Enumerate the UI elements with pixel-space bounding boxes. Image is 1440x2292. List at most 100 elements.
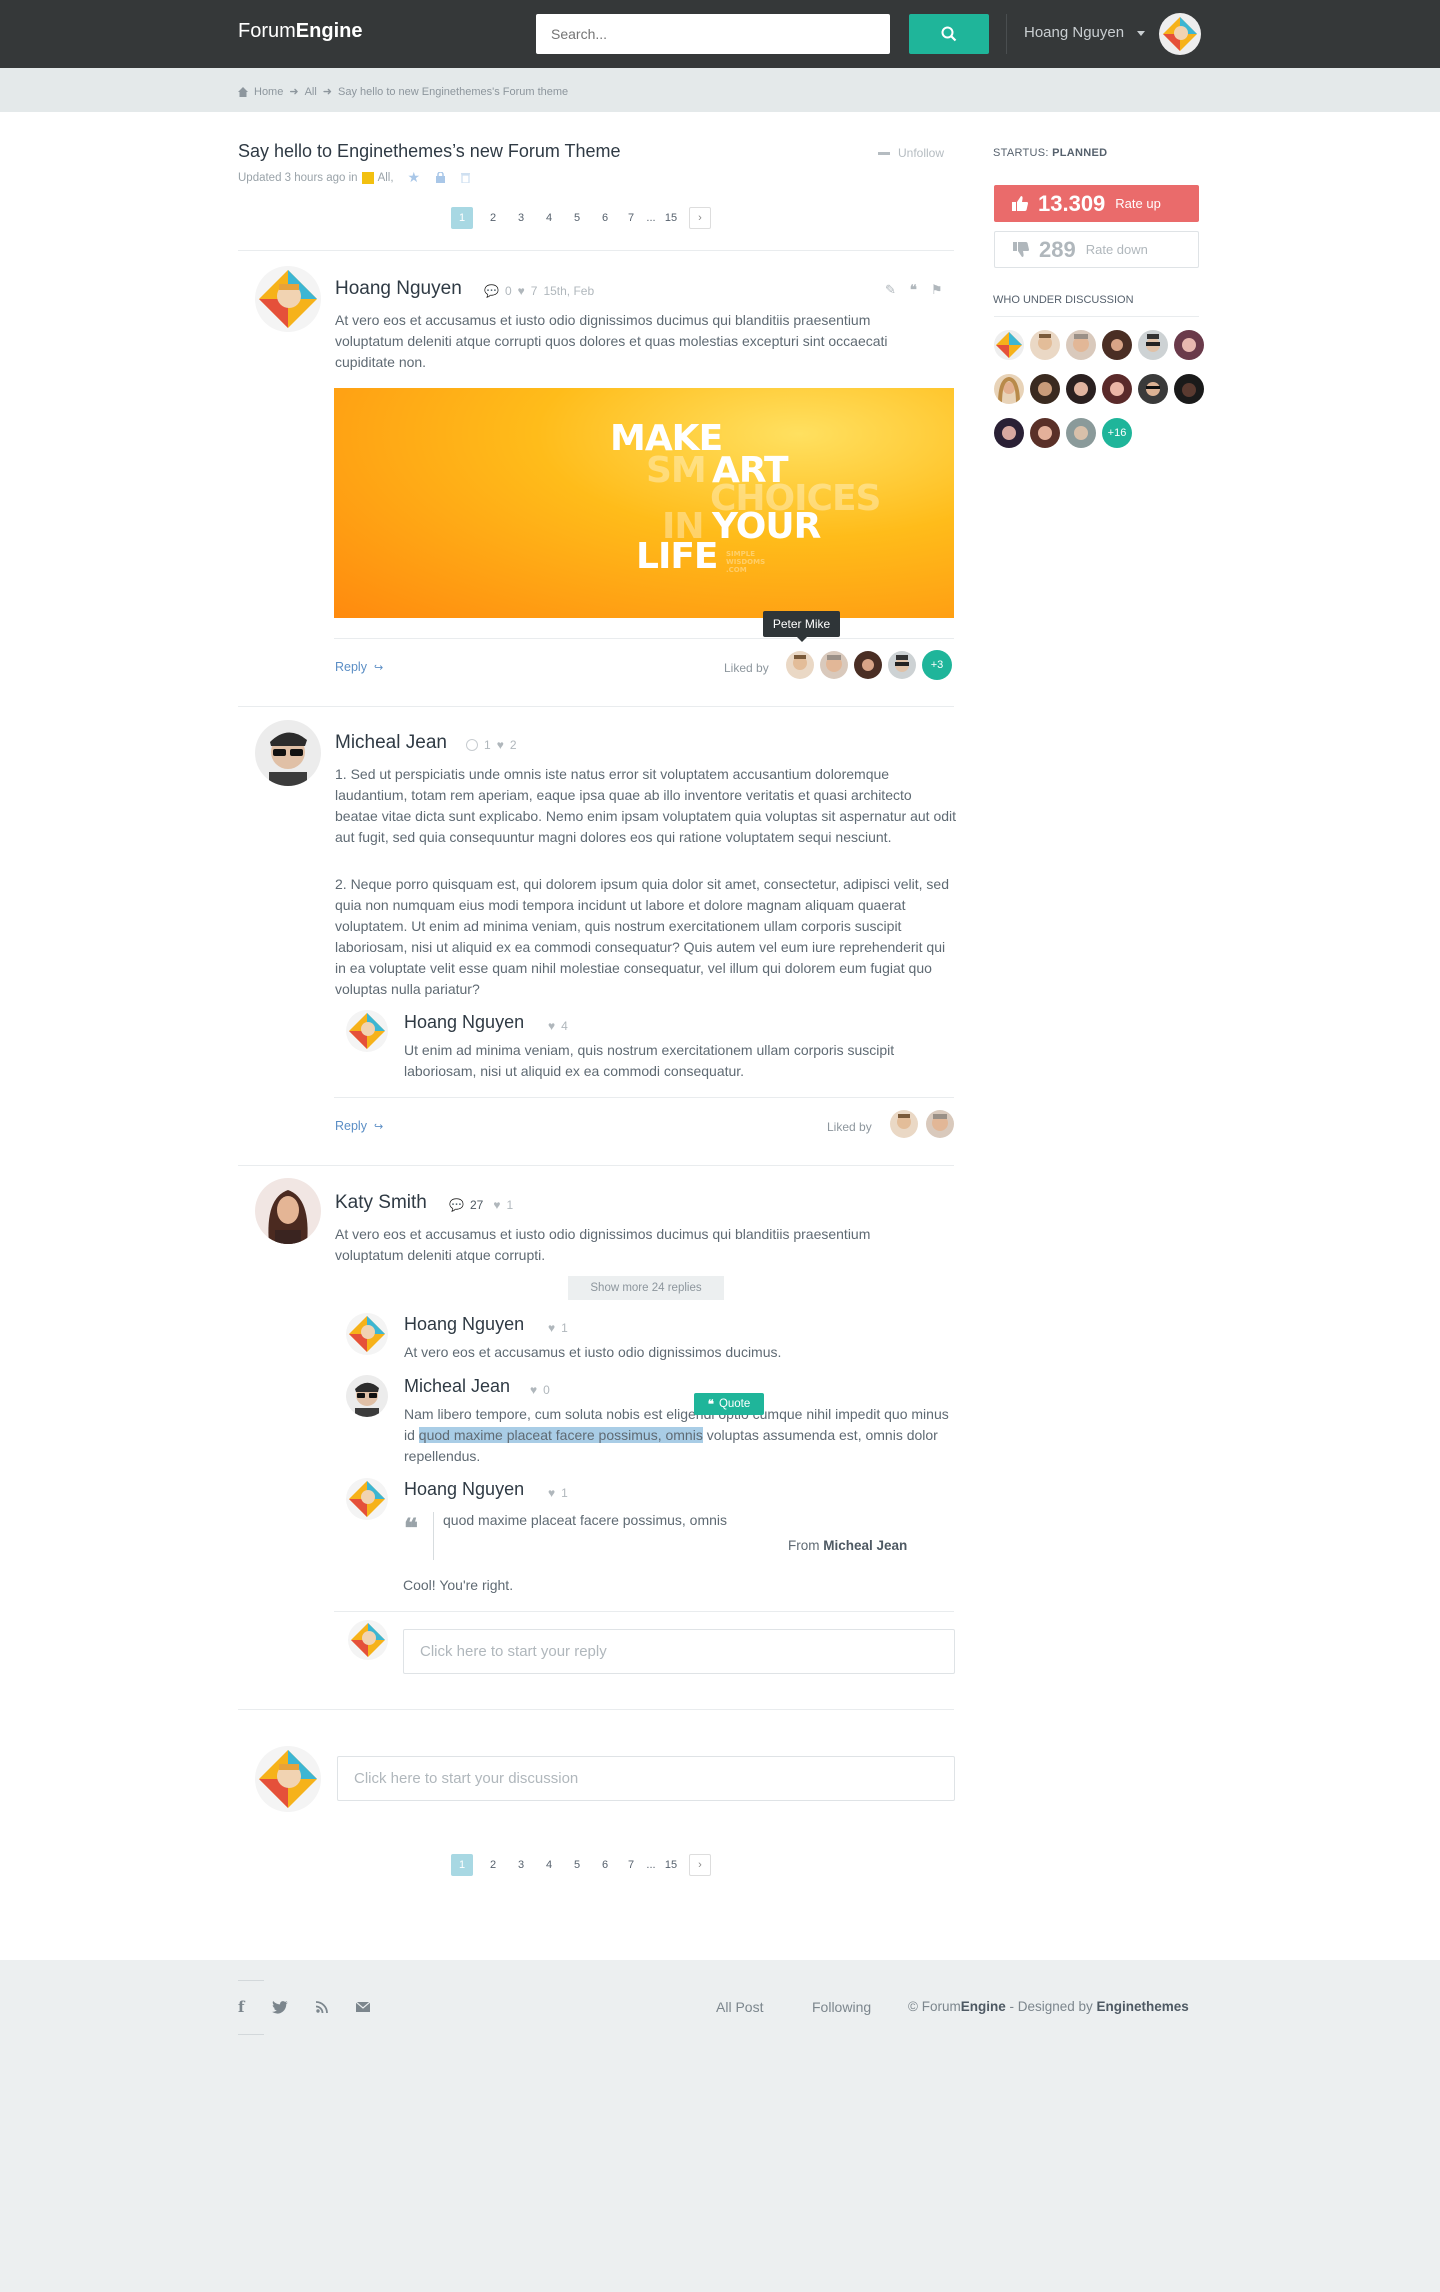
page-6[interactable]: 6 (591, 1854, 619, 1876)
avatar[interactable] (1066, 330, 1096, 360)
avatar[interactable] (346, 1010, 388, 1052)
avatar[interactable] (994, 418, 1024, 448)
avatar[interactable] (994, 374, 1024, 404)
participants-grid: +16 (994, 330, 1204, 448)
flag-icon[interactable]: ⚑ (931, 282, 943, 298)
facebook-icon[interactable]: f (238, 1998, 244, 2016)
avatar[interactable] (994, 330, 1024, 360)
page-3[interactable]: 3 (507, 207, 535, 229)
page-5[interactable]: 5 (563, 207, 591, 229)
avatar[interactable] (1102, 330, 1132, 360)
heart-icon[interactable]: ♥ (493, 1198, 500, 1212)
post-author[interactable]: Hoang Nguyen (335, 278, 462, 300)
page-15[interactable]: 15 (659, 207, 683, 229)
avatar[interactable] (1159, 13, 1201, 55)
avatar[interactable] (1030, 330, 1060, 360)
heart-icon[interactable]: ♥ (518, 284, 525, 298)
avatar[interactable] (786, 651, 814, 679)
page-1[interactable]: 1 (451, 207, 473, 229)
page-6[interactable]: 6 (591, 207, 619, 229)
avatar[interactable] (1066, 374, 1096, 404)
page-4[interactable]: 4 (535, 207, 563, 229)
avatar[interactable] (1174, 330, 1204, 360)
page-2[interactable]: 2 (479, 207, 507, 229)
breadcrumb-home[interactable]: Home (254, 86, 283, 98)
heart-icon[interactable]: ♥ (548, 1019, 555, 1033)
footer-link-following[interactable]: Following (812, 1999, 871, 2015)
reply-input[interactable]: Click here to start your reply (403, 1629, 955, 1674)
thumbs-down-icon (1013, 242, 1029, 257)
quote-button[interactable]: ❝ Quote (694, 1393, 764, 1415)
liked-by-label: Liked by (724, 661, 769, 675)
avatar[interactable] (346, 1313, 388, 1355)
edit-icon[interactable]: ✎ (885, 282, 896, 298)
reply-author[interactable]: Micheal Jean (404, 1376, 510, 1397)
home-icon (238, 86, 248, 97)
post-image: MAKE SM ART CHOICES IN YOUR LIFE SIMPLE … (334, 388, 954, 618)
reply-button[interactable]: Reply ↪ (335, 1119, 383, 1133)
logo[interactable]: ForumEngine (238, 20, 362, 43)
page-4[interactable]: 4 (535, 1854, 563, 1876)
lock-icon[interactable] (436, 172, 446, 183)
page-5[interactable]: 5 (563, 1854, 591, 1876)
avatar[interactable] (1030, 418, 1060, 448)
new-discussion-input[interactable]: Click here to start your discussion (337, 1756, 955, 1801)
avatar[interactable] (888, 651, 916, 679)
trash-icon[interactable] (461, 172, 471, 183)
avatar[interactable] (1030, 374, 1060, 404)
heart-icon[interactable]: ♥ (530, 1383, 537, 1397)
search-button[interactable] (909, 14, 989, 54)
page-15[interactable]: 15 (659, 1854, 683, 1876)
avatar[interactable] (890, 1110, 918, 1138)
avatar[interactable] (255, 1178, 321, 1244)
search-icon (941, 26, 957, 42)
avatar[interactable] (820, 651, 848, 679)
rss-icon[interactable] (316, 2001, 329, 2013)
quote-icon[interactable]: ❝ (910, 282, 917, 298)
show-more-replies-button[interactable]: Show more 24 replies (568, 1276, 724, 1300)
category-link[interactable]: All, (378, 172, 394, 184)
avatar[interactable] (854, 651, 882, 679)
reply-button[interactable]: Reply ↪ (335, 660, 383, 674)
avatar[interactable] (1138, 374, 1168, 404)
user-menu[interactable]: Hoang Nguyen (1024, 24, 1124, 41)
heart-icon[interactable]: ♥ (548, 1486, 555, 1500)
twitter-icon[interactable] (272, 2000, 289, 2014)
avatar[interactable] (255, 266, 321, 332)
avatar[interactable] (926, 1110, 954, 1138)
post-author[interactable]: Katy Smith (335, 1192, 427, 1214)
avatar[interactable] (1066, 418, 1096, 448)
quote-icon: ❝ (404, 1514, 418, 1544)
breadcrumb-all[interactable]: All (305, 86, 317, 98)
page-7[interactable]: 7 (619, 1854, 643, 1876)
reply-author[interactable]: Hoang Nguyen (404, 1012, 524, 1033)
avatar[interactable] (1102, 374, 1132, 404)
breadcrumb: Home ➜ All ➜ Say hello to new Enginethem… (238, 85, 568, 98)
chevron-down-icon[interactable] (1137, 31, 1145, 36)
footer-link-all-post[interactable]: All Post (716, 1999, 763, 2015)
heart-icon[interactable]: ♥ (548, 1321, 555, 1335)
rate-up-button[interactable]: 13.309 Rate up (994, 185, 1199, 222)
next-page-button[interactable]: › (689, 1854, 711, 1876)
reply-author[interactable]: Hoang Nguyen (404, 1479, 524, 1500)
heart-icon[interactable]: ♥ (497, 738, 504, 752)
avatar[interactable] (1138, 330, 1168, 360)
mail-icon[interactable] (356, 2002, 371, 2012)
unfollow-button[interactable]: Unfollow (878, 146, 944, 160)
page-2[interactable]: 2 (479, 1854, 507, 1876)
star-icon[interactable]: ★ (408, 169, 421, 186)
rate-down-button[interactable]: 289 Rate down (994, 231, 1199, 268)
search-input[interactable] (536, 14, 890, 54)
more-participants-badge[interactable]: +16 (1102, 418, 1132, 448)
post-author[interactable]: Micheal Jean (335, 732, 447, 754)
avatar[interactable] (346, 1478, 388, 1520)
next-page-button[interactable]: › (689, 207, 711, 229)
page-1[interactable]: 1 (451, 1854, 473, 1876)
page-3[interactable]: 3 (507, 1854, 535, 1876)
more-likers-badge[interactable]: +3 (922, 650, 952, 680)
reply-author[interactable]: Hoang Nguyen (404, 1314, 524, 1335)
avatar[interactable] (346, 1375, 388, 1417)
avatar[interactable] (255, 720, 321, 786)
page-7[interactable]: 7 (619, 207, 643, 229)
avatar[interactable] (1174, 374, 1204, 404)
